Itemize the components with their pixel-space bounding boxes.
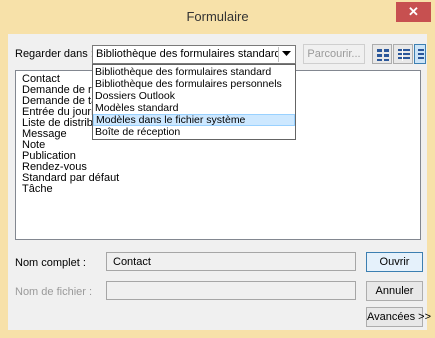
dropdown-option-highlighted[interactable]: Modèles dans le fichier système [93,114,295,126]
look-in-selected: Bibliothèque des formulaires standard [96,48,281,60]
dialog-body: Regarder dans : Bibliothèque des formula… [8,34,431,330]
open-button[interactable]: Ouvrir [366,252,423,272]
full-name-label: Nom complet : [15,257,86,269]
full-name-value: Contact [113,256,151,268]
small-icons-view-icon[interactable] [393,44,413,64]
look-in-label: Regarder dans : [15,48,94,60]
look-in-dropdown-list[interactable]: Bibliothèque des formulaires standard Bi… [92,64,296,140]
file-name-field[interactable] [106,281,356,300]
form-dialog: Formulaire ✕ Regarder dans : Bibliothèqu… [0,0,435,338]
advanced-button[interactable]: Avancées >> [366,307,431,327]
browse-button[interactable]: Parcourir... [303,44,365,64]
window-title: Formulaire [186,9,249,24]
dropdown-option[interactable]: Boîte de réception [93,126,295,138]
chevron-down-icon[interactable] [278,47,294,62]
dropdown-option[interactable]: Bibliothèque des formulaires standard [93,66,295,78]
title-bar[interactable]: Formulaire ✕ [0,0,435,34]
dropdown-option[interactable]: Modèles standard [93,102,295,114]
large-icons-view-icon[interactable] [372,44,392,64]
close-icon: ✕ [408,4,419,19]
look-in-combobox[interactable]: Bibliothèque des formulaires standard [92,45,296,64]
cancel-button[interactable]: Annuler [366,281,423,301]
dropdown-option[interactable]: Dossiers Outlook [93,90,295,102]
details-view-icon[interactable] [414,44,426,64]
full-name-field: Contact [106,252,356,271]
list-item[interactable]: Tâche [22,183,53,196]
file-name-label: Nom de fichier : [15,286,93,298]
dropdown-option[interactable]: Bibliothèque des formulaires personnels [93,78,295,90]
close-button[interactable]: ✕ [396,2,431,22]
